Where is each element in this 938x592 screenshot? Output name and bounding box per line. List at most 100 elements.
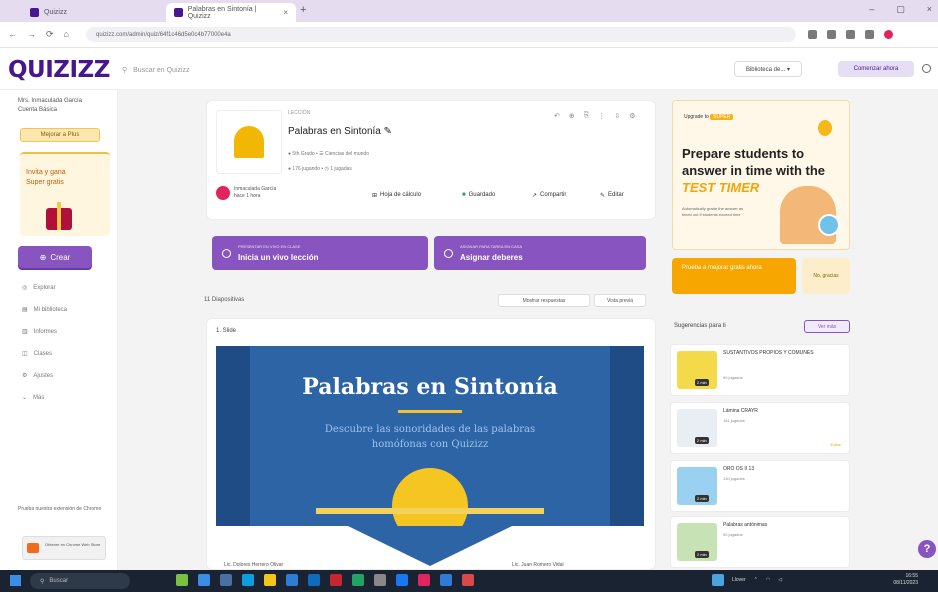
suggestion-duration: 2 min [695, 495, 709, 502]
close-window-button[interactable]: × [927, 4, 932, 15]
assign-homework-button[interactable]: ASIGNAR PARA TAREA EN CASA Asignar deber… [434, 236, 646, 270]
slide-edge [216, 346, 250, 526]
suggestion-item[interactable]: 2 min Palabras antónimas 90 jugados [670, 516, 850, 568]
account-type: Cuenta Básica [18, 107, 58, 113]
taskbar-search-label: Buscar [49, 578, 69, 584]
edit-button[interactable]: ✎ Editar [600, 188, 624, 202]
wifi-icon[interactable]: ◠ [766, 577, 770, 583]
landscape-icon[interactable] [176, 574, 188, 586]
undo-icon[interactable]: ↶ [554, 112, 560, 120]
reload-icon[interactable]: ⟳ [46, 29, 54, 40]
app-icon[interactable] [418, 574, 430, 586]
ad-description: Automatically grade the answer as timed … [682, 206, 744, 217]
upgrade-button[interactable]: Mejorar a Plus [20, 128, 100, 142]
mail-icon[interactable] [308, 574, 320, 586]
app-icon[interactable] [198, 574, 210, 586]
windows-start-icon[interactable] [10, 575, 21, 586]
settings-icon[interactable]: ⚙ [629, 112, 635, 120]
sidebar-item-classes[interactable]: ◫ Clases [22, 350, 52, 358]
extension-icon[interactable] [846, 30, 855, 39]
search-input[interactable]: ⚲ Buscar en Quizizz [122, 62, 722, 78]
sidebar-item-settings[interactable]: ⚙ Ajustes [22, 372, 53, 380]
extension-icon[interactable] [865, 30, 874, 39]
quizizz-logo[interactable]: QUIZIZZ [8, 57, 110, 83]
slide-credit-right: Lic. Juan Romero Vidal [512, 562, 564, 568]
preview-button[interactable]: Vista previa [594, 294, 646, 307]
sidebar-item-label: Más [33, 394, 45, 401]
suggestion-item[interactable]: 2 min SUSTANTIVOS PROPIOS Y COMUNES 90 j… [670, 344, 850, 396]
download-icon[interactable]: ⇩ [614, 112, 620, 120]
chevron-down-icon: ⌄ [22, 395, 28, 401]
app-icon[interactable] [396, 574, 408, 586]
saved-button[interactable]: ■ Guardado [462, 188, 495, 202]
taskbar-search[interactable]: ⚲ Buscar [30, 573, 130, 589]
clock[interactable]: 16:55 08/11/2023 [888, 573, 918, 587]
chevron-up-icon[interactable]: ⌃ [754, 577, 758, 583]
word-icon[interactable] [440, 574, 452, 586]
forward-icon[interactable]: → [27, 29, 36, 40]
minimize-button[interactable]: – [869, 4, 874, 15]
browser-tab-active[interactable]: Palabras en Sintonía | Quizizz × [166, 3, 296, 22]
account-icon[interactable] [922, 64, 931, 73]
quiz-title[interactable]: Palabras en Sintonía ✎ [288, 126, 392, 137]
chrome-store-card[interactable]: Obtener en Chrome Web Store [22, 536, 106, 560]
help-button[interactable]: ? [918, 540, 936, 558]
chart-icon: ▥ [22, 329, 28, 335]
author-avatar[interactable] [216, 186, 230, 200]
sidebar-item-explore[interactable]: ◎ Explorar [22, 284, 56, 292]
no-thanks-button[interactable]: No, gracias [802, 258, 850, 294]
quizizz-favicon-icon [174, 8, 183, 17]
search-placeholder: Buscar en Quizizz [133, 66, 190, 74]
copy-icon[interactable]: ⎘ [584, 112, 590, 120]
sidebar-item-more[interactable]: ⌄ Más [22, 394, 45, 402]
library-select[interactable]: Biblioteca de... ▾ [734, 61, 802, 77]
home-icon[interactable]: ⌂ [64, 29, 69, 40]
app-icon[interactable] [462, 574, 474, 586]
extension-icon[interactable] [808, 30, 817, 39]
create-button[interactable]: ⊕ Crear [18, 246, 92, 268]
start-live-lesson-button[interactable]: PRESENTAR EN VIVO EN CLASE Inicia un viv… [212, 236, 428, 270]
quiz-toolbar: ↶ ⊕ ⎘ ⋮ ⇩ ⚙ [554, 112, 636, 120]
media-icon[interactable] [330, 574, 342, 586]
share-button[interactable]: ↗ Compartir [532, 188, 566, 202]
chrome-icon[interactable] [352, 574, 364, 586]
maximize-button[interactable]: ▢ [896, 4, 905, 15]
add-icon[interactable]: ⊕ [569, 112, 575, 120]
sidebar-item-library[interactable]: ▤ Mi biblioteca [22, 306, 67, 314]
comb-image-icon [234, 126, 264, 158]
author-name: Inmaculada García [234, 186, 277, 192]
extension-icon[interactable] [827, 30, 836, 39]
ad-upgrade-text: Upgrade to [684, 114, 709, 120]
spreadsheet-button[interactable]: ⊞ Hoja de cálculo [372, 188, 421, 202]
suggestion-edit[interactable]: Editar [831, 442, 841, 447]
slide-edge [610, 346, 644, 526]
slide-preview[interactable]: Palabras en Sintonía Descubre las sonori… [216, 346, 644, 526]
suggestion-item[interactable]: 2 min ORO OS II 13 130 jugados [670, 460, 850, 512]
explorer-icon[interactable] [264, 574, 276, 586]
browser-nav: ← → ⟳ ⌂ [8, 29, 69, 40]
chrome-store-label: Obtener en Chrome Web Store [45, 542, 101, 547]
profile-icon[interactable] [884, 30, 893, 39]
volume-icon[interactable]: ◁ [778, 577, 782, 583]
suggestion-duration: 2 min [695, 551, 709, 558]
suggestion-item[interactable]: 2 min Lámina CRAYR 181 jugados Editar [670, 402, 850, 454]
edge-icon[interactable] [242, 574, 254, 586]
start-now-button[interactable]: Comenzar ahora [838, 61, 914, 77]
task-view-icon[interactable] [220, 574, 232, 586]
store-icon[interactable] [286, 574, 298, 586]
url-input[interactable]: quizizz.com/admin/quiz/64f1c46d5e0c4b770… [86, 27, 796, 42]
see-more-button[interactable]: Ver más [804, 320, 850, 333]
try-upgrade-button[interactable]: Prueba a mejorar gratis ahora [672, 258, 796, 294]
slide-subtitle: Descubre las sonoridades de las palabras… [324, 424, 536, 450]
weather-icon[interactable] [712, 574, 724, 586]
sidebar-item-reports[interactable]: ▥ Informes [22, 328, 57, 336]
new-tab-button[interactable]: + [300, 4, 306, 16]
back-icon[interactable]: ← [8, 29, 17, 40]
suggestion-title: Palabras antónimas [723, 522, 768, 528]
settings-icon[interactable] [374, 574, 386, 586]
more-icon[interactable]: ⋮ [598, 112, 605, 120]
suggestion-duration: 2 min [695, 437, 709, 444]
show-answers-button[interactable]: Mostrar respuestas [498, 294, 590, 307]
close-tab-icon[interactable]: × [283, 8, 288, 17]
live-lesson-sub: PRESENTAR EN VIVO EN CLASE [238, 244, 301, 249]
